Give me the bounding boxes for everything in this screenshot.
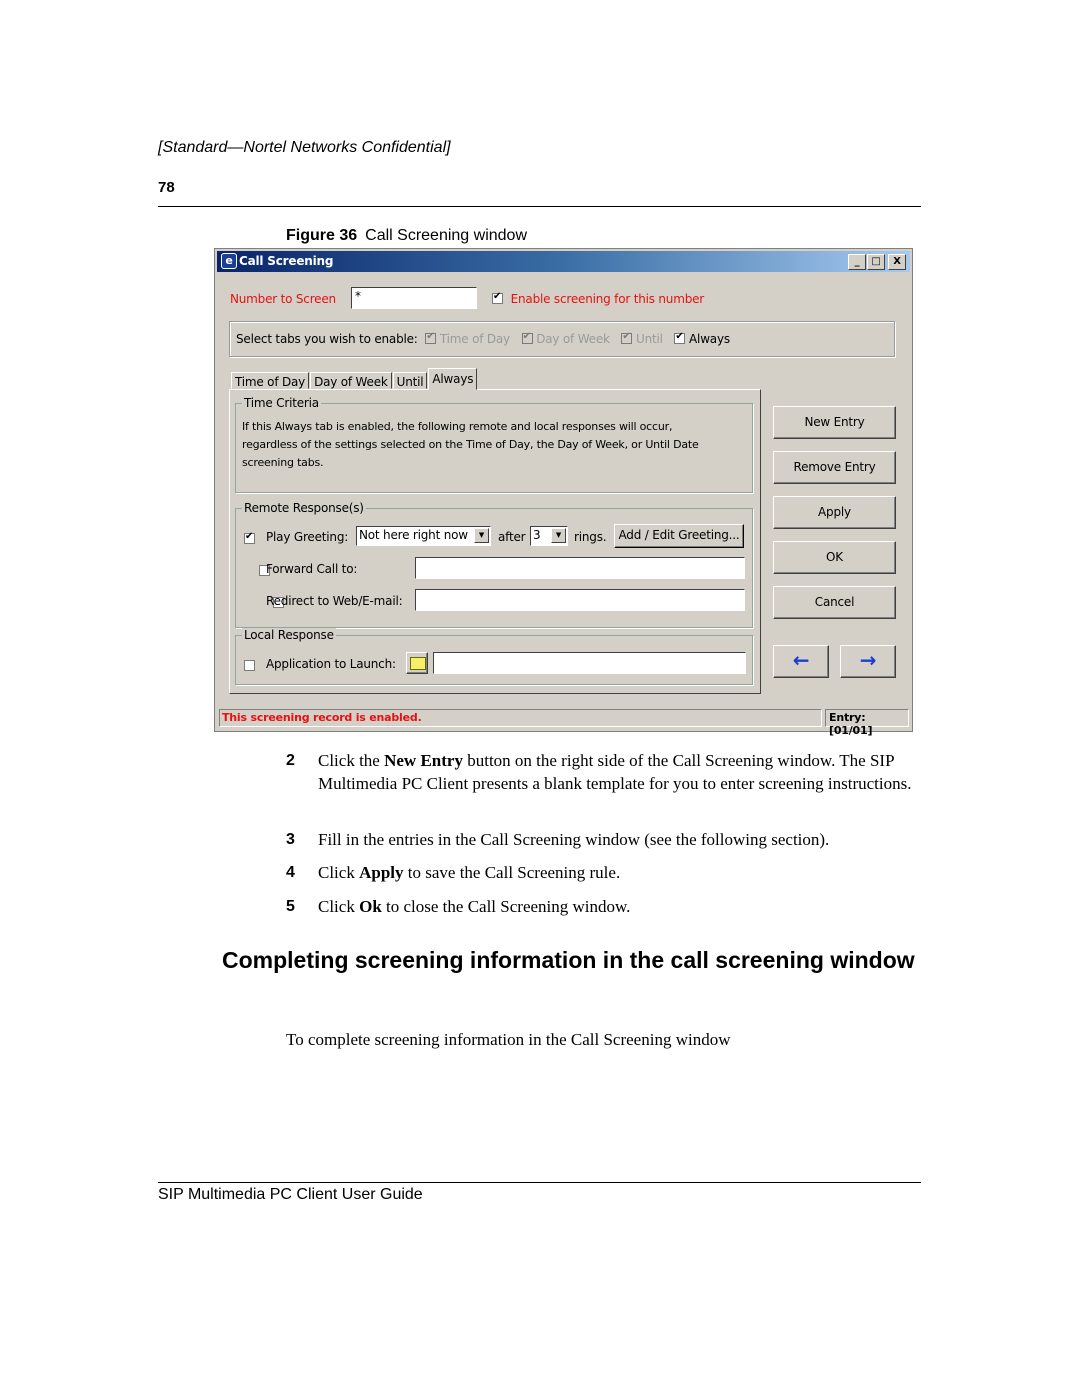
tab-strip: Time of Day Day of Week Until Always <box>231 367 478 390</box>
time-criteria-text: If this Always tab is enabled, the follo… <box>242 420 699 469</box>
enable-always-label: Always <box>689 332 730 346</box>
step-bold-text: Apply <box>359 863 404 882</box>
entry-counter: Entry: [01/01] <box>825 709 909 737</box>
app-logo-icon: e <box>221 253 237 269</box>
next-entry-button[interactable]: → <box>840 645 896 678</box>
play-greeting-checkbox[interactable] <box>244 531 255 544</box>
arrow-right-icon: → <box>859 648 877 672</box>
step-number: 4 <box>286 864 295 881</box>
tab-day-of-week[interactable]: Day of Week <box>310 372 392 389</box>
application-launch-label: Application to Launch: <box>266 657 396 671</box>
step-item: 3 Fill in the entries in the Call Screen… <box>286 828 926 851</box>
step-number: 3 <box>286 831 295 848</box>
status-bar: This screening record is enabled. Entry:… <box>219 709 909 737</box>
close-button[interactable]: X <box>888 254 906 270</box>
step-text: Click <box>318 863 360 882</box>
page-number: 78 <box>158 179 175 196</box>
remove-entry-button[interactable]: Remove Entry <box>773 451 896 484</box>
confidentiality-header: [Standard—Nortel Networks Confidential] <box>158 139 451 156</box>
previous-entry-button[interactable]: ← <box>773 645 829 678</box>
chevron-down-icon[interactable]: ▼ <box>474 528 489 543</box>
greeting-select[interactable]: Not here right now ▼ <box>356 526 491 546</box>
figure-title: Call Screening window <box>365 227 527 244</box>
step-number: 2 <box>286 752 295 769</box>
step-item: 5 Click Ok to close the Call Screening w… <box>286 895 926 918</box>
number-to-screen-input[interactable]: * <box>351 287 477 309</box>
arrow-left-icon: ← <box>792 648 810 672</box>
enable-until-label: Until <box>636 332 663 346</box>
step-bold-text: Ok <box>359 897 382 916</box>
tab-always[interactable]: Always <box>428 368 478 390</box>
header-rule <box>158 206 921 207</box>
redirect-web-email-label: Redirect to Web/E-mail: <box>266 594 403 608</box>
enable-day-of-week-checkbox <box>521 331 533 344</box>
local-response-group: Local Response Application to Launch: <box>235 628 753 685</box>
time-criteria-group: Time Criteria If this Always tab is enab… <box>235 396 753 493</box>
section-heading: Completing screening information in the … <box>222 947 915 973</box>
folder-icon <box>410 657 426 670</box>
enable-screening-label: Enable screening for this number <box>510 292 705 306</box>
greeting-select-value: Not here right now <box>359 528 468 542</box>
tab-content-panel: Time Criteria If this Always tab is enab… <box>229 389 761 694</box>
browse-folder-button[interactable] <box>406 652 428 674</box>
local-response-legend: Local Response <box>242 628 336 642</box>
section-intro: To complete screening information in the… <box>286 1030 731 1049</box>
step-text: Click <box>318 897 360 916</box>
enable-always-checkbox[interactable] <box>674 331 686 344</box>
new-entry-button[interactable]: New Entry <box>773 406 896 439</box>
step-text: to close the Call Screening window. <box>381 897 631 916</box>
enable-screening-option[interactable]: Enable screening for this number <box>492 291 705 306</box>
tab-time-of-day[interactable]: Time of Day <box>231 372 310 389</box>
enable-time-of-day-label: Time of Day <box>439 332 510 346</box>
rings-select-value: 3 <box>533 528 541 542</box>
remote-response-group: Remote Response(s) Play Greeting: Not he… <box>235 501 753 628</box>
redirect-web-email-input[interactable] <box>415 589 745 611</box>
footer-title: SIP Multimedia PC Client User Guide <box>158 1186 423 1203</box>
application-launch-input[interactable] <box>433 652 746 674</box>
tab-enable-panel: Select tabs you wish to enable: Time of … <box>229 321 895 357</box>
enable-screening-checkbox[interactable] <box>492 291 503 304</box>
call-screening-window: e Call Screening _ □ X Number to Screen … <box>214 248 913 737</box>
application-launch-checkbox[interactable] <box>244 660 255 671</box>
chevron-down-icon[interactable]: ▼ <box>551 528 566 543</box>
enable-until-checkbox <box>621 331 633 344</box>
rings-label: rings. <box>574 530 607 544</box>
minimize-button[interactable]: _ <box>848 254 866 270</box>
tab-until[interactable]: Until <box>392 372 428 389</box>
enable-time-of-day-checkbox <box>425 331 437 344</box>
remote-response-legend: Remote Response(s) <box>242 501 366 515</box>
step-text: to save the Call Screening rule. <box>403 863 621 882</box>
play-greeting-label: Play Greeting: <box>266 530 349 544</box>
tabs-prompt: Select tabs you wish to enable: <box>236 332 418 346</box>
step-text: Click the <box>318 751 385 770</box>
after-label: after <box>498 530 526 544</box>
footer-rule <box>158 1182 921 1183</box>
maximize-button[interactable]: □ <box>867 254 885 270</box>
status-message: This screening record is enabled. <box>219 709 822 727</box>
step-text: Fill in the entries in the Call Screenin… <box>318 830 830 849</box>
add-edit-greeting-button[interactable]: Add / Edit Greeting... <box>614 524 744 548</box>
step-number: 5 <box>286 898 295 915</box>
step-item: 4 Click Apply to save the Call Screening… <box>286 861 926 884</box>
time-criteria-legend: Time Criteria <box>242 396 321 410</box>
forward-call-label: Forward Call to: <box>266 562 358 576</box>
enable-day-of-week-label: Day of Week <box>536 332 610 346</box>
forward-call-input[interactable] <box>415 557 745 579</box>
rings-select[interactable]: 3 ▼ <box>530 526 568 546</box>
apply-button[interactable]: Apply <box>773 496 896 529</box>
cancel-button[interactable]: Cancel <box>773 586 896 619</box>
ok-button[interactable]: OK <box>773 541 896 574</box>
figure-label: Figure 36 <box>286 227 358 244</box>
figure-caption: Figure 36 Call Screening window <box>286 227 527 245</box>
step-bold-text: New Entry <box>384 751 463 770</box>
window-title: Call Screening <box>239 254 334 268</box>
title-bar[interactable]: e Call Screening _ □ X <box>217 251 910 272</box>
number-to-screen-label: Number to Screen <box>230 292 336 306</box>
step-item: 2 Click the New Entry button on the righ… <box>286 749 926 795</box>
